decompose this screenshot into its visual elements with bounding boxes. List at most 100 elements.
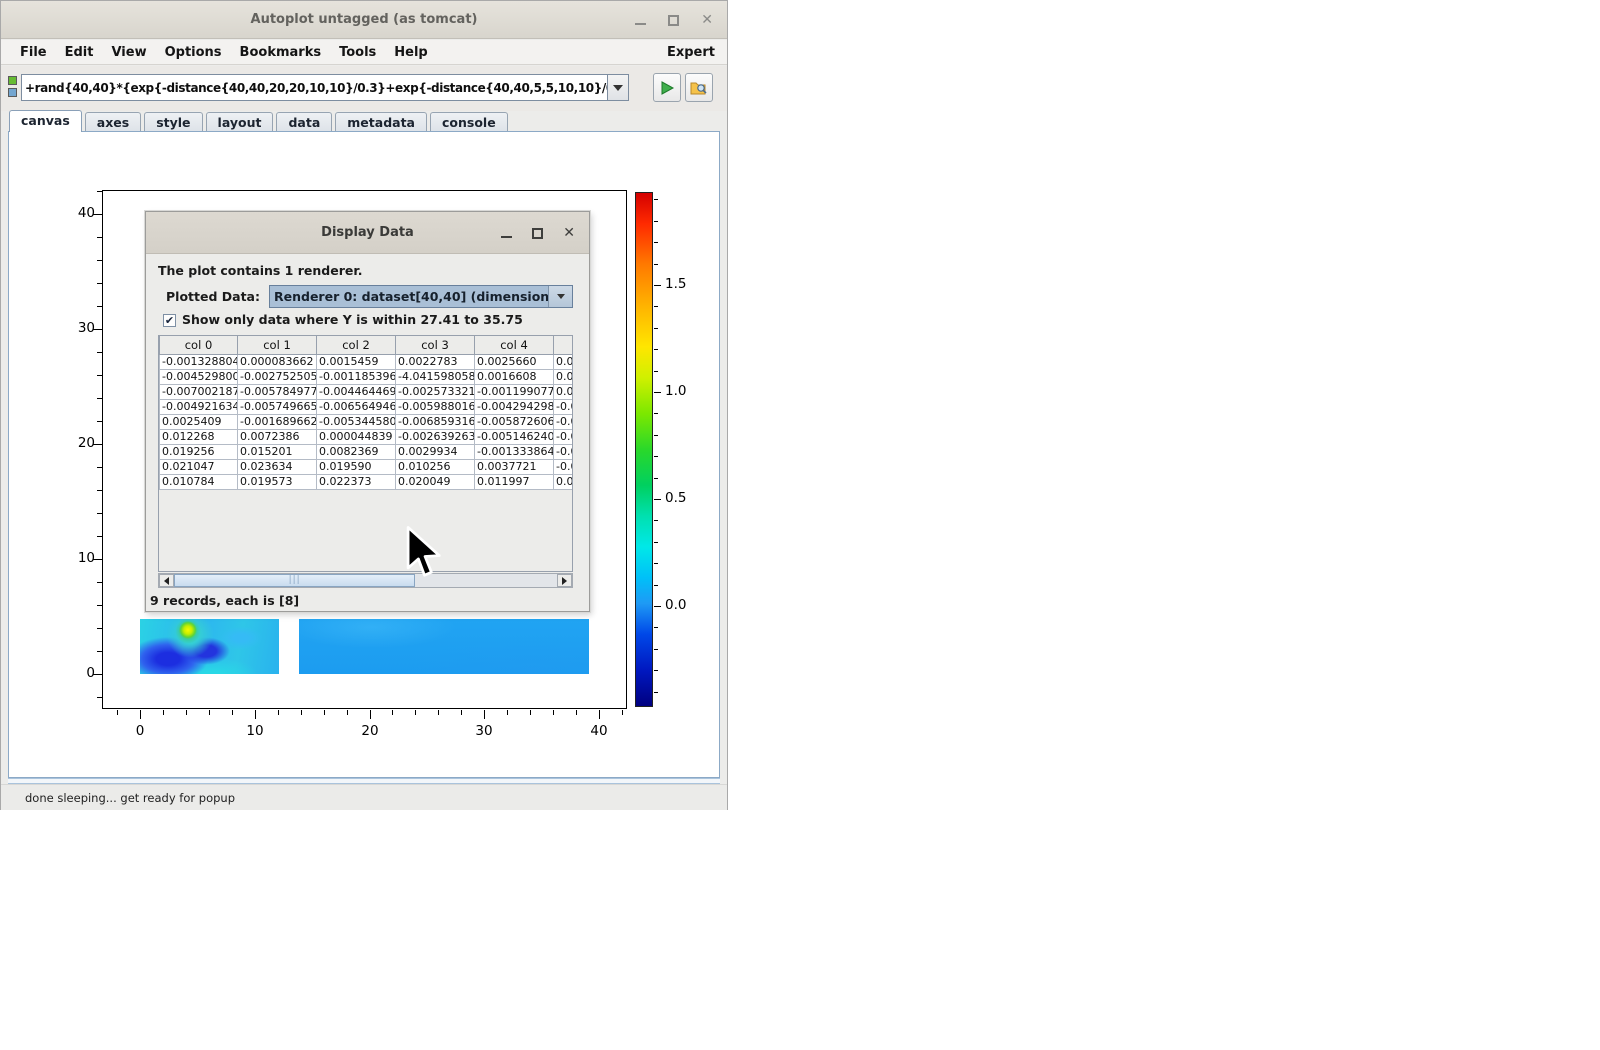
table-cell[interactable]: -0.006564946... <box>317 399 396 414</box>
table-cell[interactable]: -0.0 <box>554 444 574 459</box>
column-header[interactable]: col 4 <box>475 336 554 354</box>
table-cell[interactable]: 0.0025409 <box>160 414 238 429</box>
table-cell[interactable]: 0.0025660 <box>475 354 554 369</box>
plot-canvas[interactable]: Display Data ✕ The plot contains 1 rende… <box>8 131 720 778</box>
table-cell[interactable]: 0.00 <box>554 354 574 369</box>
table-row[interactable]: 0.0107840.0195730.0223730.0200490.011997… <box>160 474 574 489</box>
table-cell[interactable]: -0.0 <box>554 459 574 474</box>
column-header[interactable]: col 2 <box>317 336 396 354</box>
menu-options[interactable]: Options <box>156 43 231 62</box>
table-cell[interactable]: 0.00 <box>554 474 574 489</box>
table-cell[interactable]: 0.000083662 <box>238 354 317 369</box>
table-cell[interactable]: 0.022373 <box>317 474 396 489</box>
tab-data[interactable]: data <box>276 112 332 132</box>
horizontal-scrollbar[interactable]: ||| <box>158 573 573 588</box>
dialog-maximize-icon[interactable] <box>532 228 543 239</box>
menu-tools[interactable]: Tools <box>330 43 385 62</box>
scroll-right-button[interactable] <box>557 574 572 587</box>
table-cell[interactable]: 0.019256 <box>160 444 238 459</box>
uri-field[interactable]: +rand{40,40}*{exp{-distance{40,40,20,20,… <box>21 74 629 101</box>
table-cell[interactable]: -0.005344580... <box>317 414 396 429</box>
table-cell[interactable]: -0.007002187... <box>160 384 238 399</box>
tab-canvas[interactable]: canvas <box>9 110 82 132</box>
tab-layout[interactable]: layout <box>206 112 274 132</box>
filter-checkbox[interactable]: ✔ <box>163 314 176 327</box>
table-cell[interactable]: -0.005749665... <box>238 399 317 414</box>
table-row[interactable]: -0.007002187...-0.005784977...-0.0044644… <box>160 384 574 399</box>
table-cell[interactable]: -0.005988016... <box>396 399 475 414</box>
table-cell[interactable]: 0.0037721 <box>475 459 554 474</box>
column-header[interactable]: col 0 <box>160 336 238 354</box>
table-cell[interactable]: -0.0 <box>554 429 574 444</box>
tab-metadata[interactable]: metadata <box>335 112 427 132</box>
table-row[interactable]: -0.001328804...0.0000836620.00154590.002… <box>160 354 574 369</box>
table-cell[interactable]: -0.004921634... <box>160 399 238 414</box>
tab-console[interactable]: console <box>430 112 508 132</box>
table-cell[interactable]: 0.010784 <box>160 474 238 489</box>
table-cell[interactable]: 0.019590 <box>317 459 396 474</box>
table-cell[interactable]: 0.00 <box>554 369 574 384</box>
table-cell[interactable]: -0.001328804... <box>160 354 238 369</box>
table-cell[interactable]: -0.001333864... <box>475 444 554 459</box>
uri-text[interactable]: +rand{40,40}*{exp{-distance{40,40,20,20,… <box>22 81 607 95</box>
tab-style[interactable]: style <box>144 112 202 132</box>
table-cell[interactable]: -0.0 <box>554 399 574 414</box>
table-cell[interactable]: -0.002573321... <box>396 384 475 399</box>
table-cell[interactable]: 0.00 <box>554 384 574 399</box>
menu-help[interactable]: Help <box>385 43 436 62</box>
table-cell[interactable]: 0.010256 <box>396 459 475 474</box>
table-cell[interactable]: -0.001199077... <box>475 384 554 399</box>
table-cell[interactable]: 0.000044839 <box>317 429 396 444</box>
table-row[interactable]: -0.004921634...-0.005749665...-0.0065649… <box>160 399 574 414</box>
table-cell[interactable]: -0.005146240... <box>475 429 554 444</box>
go-button[interactable] <box>653 73 681 102</box>
menu-edit[interactable]: Edit <box>56 43 103 62</box>
table-row[interactable]: -0.004529800...-0.002752505...-0.0011853… <box>160 369 574 384</box>
minimize-icon[interactable] <box>635 16 646 25</box>
dialog-close-icon[interactable]: ✕ <box>563 227 575 239</box>
scroll-left-button[interactable] <box>159 574 174 587</box>
table-cell[interactable]: 0.0029934 <box>396 444 475 459</box>
dialog-titlebar[interactable]: Display Data ✕ <box>146 212 589 254</box>
window-titlebar[interactable]: Autoplot untagged (as tomcat) ✕ <box>1 1 727 39</box>
uri-dropdown-button[interactable] <box>607 75 628 100</box>
column-header[interactable]: col 3 <box>396 336 475 354</box>
table-cell[interactable]: 0.015201 <box>238 444 317 459</box>
table-cell[interactable]: 0.021047 <box>160 459 238 474</box>
table-cell[interactable]: -0.006859316... <box>396 414 475 429</box>
inspect-uri-button[interactable] <box>685 73 713 102</box>
table-row[interactable]: 0.0122680.00723860.000044839-0.002639263… <box>160 429 574 444</box>
maximize-icon[interactable] <box>668 15 679 26</box>
table-cell[interactable]: -0.005784977... <box>238 384 317 399</box>
table-cell[interactable]: -0.001689662... <box>238 414 317 429</box>
table-cell[interactable]: -0.002639263... <box>396 429 475 444</box>
close-icon[interactable]: ✕ <box>701 14 713 26</box>
table-cell[interactable]: 0.012268 <box>160 429 238 444</box>
table-cell[interactable]: -0.004464469... <box>317 384 396 399</box>
table-cell[interactable]: 0.019573 <box>238 474 317 489</box>
table-cell[interactable]: 0.0072386 <box>238 429 317 444</box>
scrollbar-thumb[interactable]: ||| <box>174 574 415 587</box>
table-cell[interactable]: -0.005872606... <box>475 414 554 429</box>
filter-checkbox-label[interactable]: Show only data where Y is within 27.41 t… <box>182 312 523 327</box>
column-header[interactable] <box>554 336 574 354</box>
table-cell[interactable]: -0.001185396... <box>317 369 396 384</box>
menu-bookmarks[interactable]: Bookmarks <box>231 43 331 62</box>
dialog-minimize-icon[interactable] <box>501 229 512 238</box>
table-row[interactable]: 0.0192560.0152010.00823690.0029934-0.001… <box>160 444 574 459</box>
table-cell[interactable]: -4.041598058... <box>396 369 475 384</box>
table-cell[interactable]: 0.011997 <box>475 474 554 489</box>
renderer-select[interactable]: Renderer 0: dataset[40,40] (dimension... <box>269 285 573 308</box>
table-cell[interactable]: 0.0015459 <box>317 354 396 369</box>
scrollbar-track[interactable]: ||| <box>174 574 557 587</box>
column-header[interactable]: col 1 <box>238 336 317 354</box>
table-row[interactable]: 0.0025409-0.001689662...-0.005344580...-… <box>160 414 574 429</box>
table-cell[interactable]: 0.020049 <box>396 474 475 489</box>
renderer-select-arrow[interactable] <box>548 286 572 307</box>
table-cell[interactable]: -0.002752505... <box>238 369 317 384</box>
table-cell[interactable]: 0.0016608 <box>475 369 554 384</box>
table-cell[interactable]: 0.0082369 <box>317 444 396 459</box>
table-cell[interactable]: 0.0022783 <box>396 354 475 369</box>
table-cell[interactable]: -0.0 <box>554 414 574 429</box>
table-cell[interactable]: -0.004529800... <box>160 369 238 384</box>
